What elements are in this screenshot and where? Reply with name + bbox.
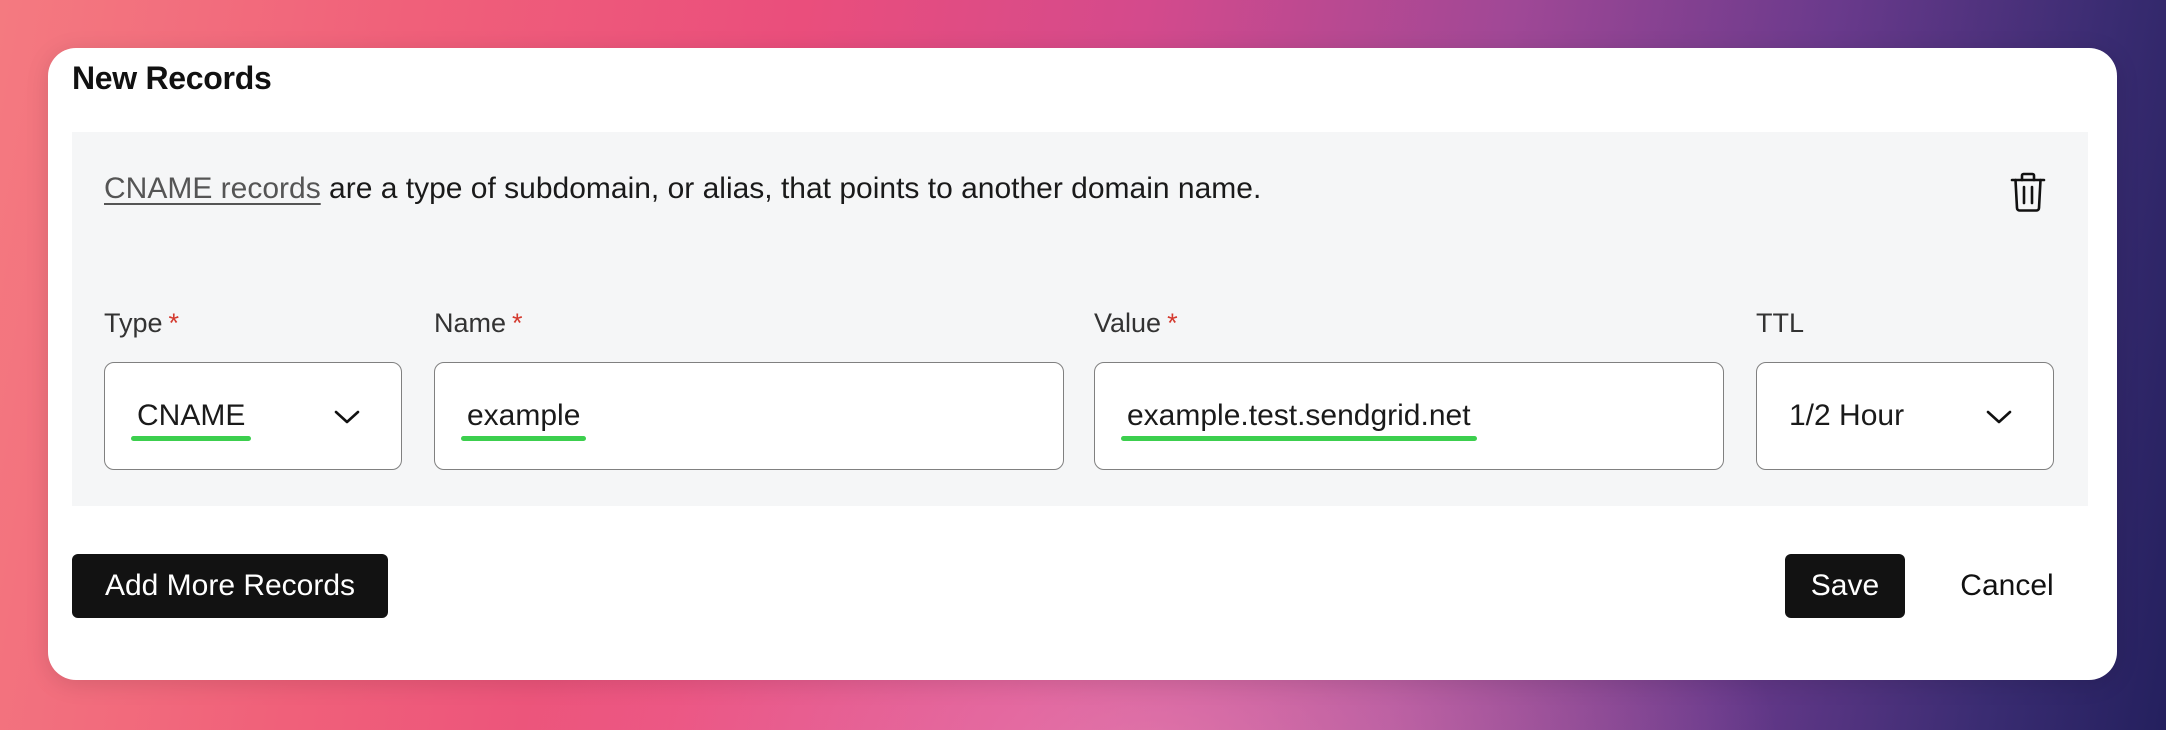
record-panel: CNAME records are a type of subdomain, o…	[72, 132, 2088, 506]
dialog-title: New Records	[72, 60, 272, 96]
highlight-underline	[461, 436, 587, 441]
new-records-dialog: New Records CNAME records are a type of …	[48, 48, 2117, 680]
required-asterisk: *	[168, 308, 180, 338]
value-label: Value *	[1094, 308, 1178, 338]
record-description: CNAME records are a type of subdomain, o…	[104, 172, 1261, 206]
chevron-down-icon	[334, 410, 360, 424]
chevron-down-icon	[1986, 410, 2012, 424]
type-select[interactable]: CNAME	[104, 362, 402, 470]
type-label: Type *	[104, 308, 180, 338]
name-label: Name *	[434, 308, 523, 338]
highlight-underline	[1121, 436, 1477, 441]
ttl-label: TTL	[1756, 308, 1805, 338]
cname-records-link[interactable]: CNAME records	[104, 172, 321, 205]
value-input-value: example.test.sendgrid.net	[1121, 399, 1477, 441]
description-text: are a type of subdomain, or alias, that …	[320, 172, 1262, 205]
name-input-value: example	[461, 399, 587, 441]
required-asterisk: *	[1167, 308, 1178, 338]
delete-record-button[interactable]	[2004, 166, 2052, 218]
cancel-button[interactable]: Cancel	[1932, 554, 2082, 618]
save-button[interactable]: Save	[1785, 554, 1905, 618]
ttl-select-value: 1/2 Hour	[1789, 399, 1905, 432]
add-more-records-button[interactable]: Add More Records	[72, 554, 388, 618]
ttl-select[interactable]: 1/2 Hour	[1756, 362, 2054, 470]
name-input[interactable]: example	[434, 362, 1064, 470]
required-asterisk: *	[512, 308, 523, 338]
value-input[interactable]: example.test.sendgrid.net	[1094, 362, 1724, 470]
highlight-underline	[131, 436, 252, 441]
trash-icon	[2010, 172, 2046, 212]
type-select-value: CNAME	[131, 399, 252, 441]
